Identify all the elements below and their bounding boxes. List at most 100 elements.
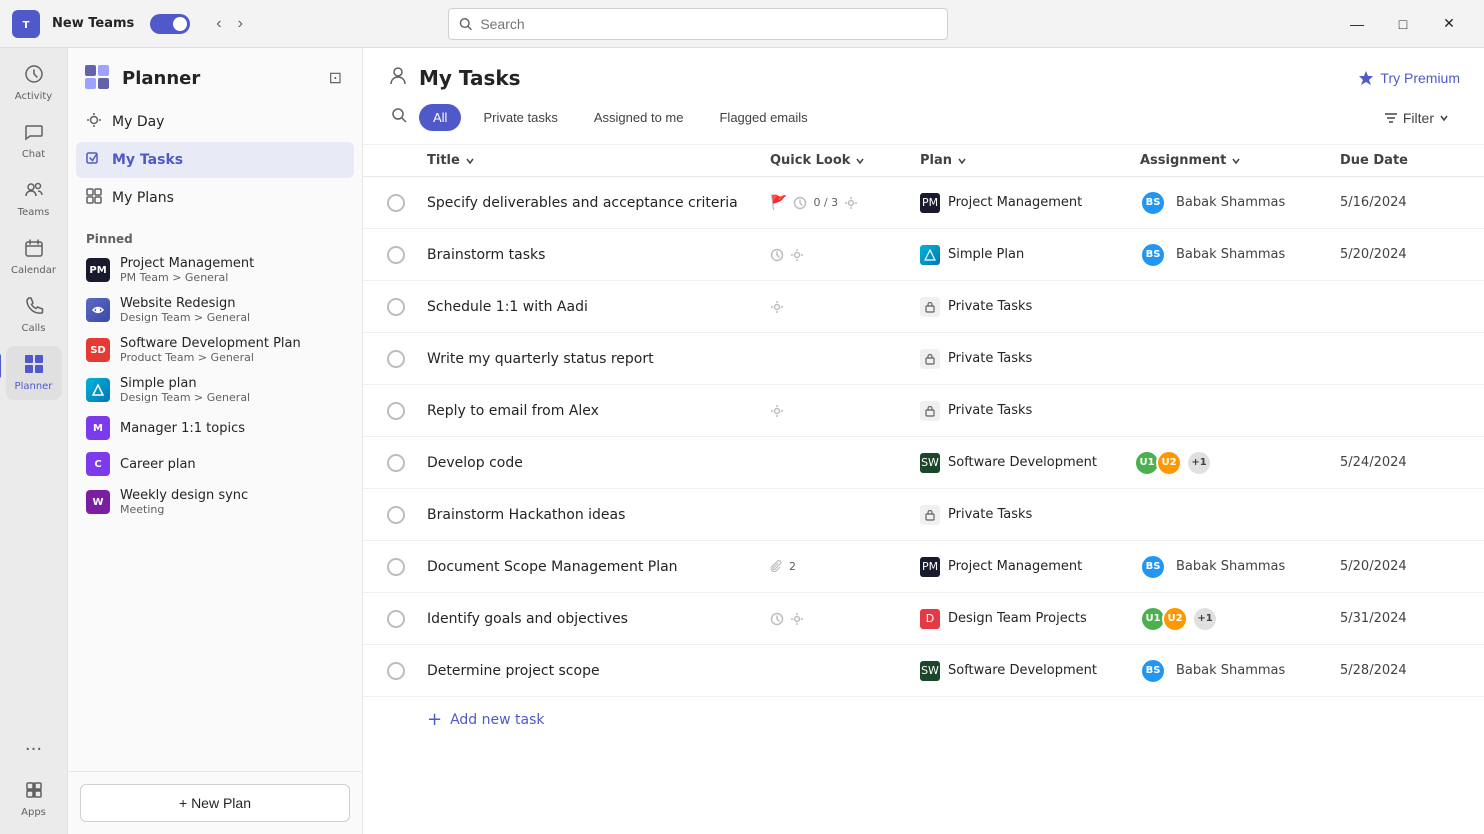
task-duedate-6: 5/24/2024 [1340, 455, 1460, 470]
task-checkbox-3[interactable] [387, 298, 427, 316]
pinned-item-cp[interactable]: C Career plan [76, 446, 354, 482]
task-title-4[interactable]: Write my quarterly status report [427, 347, 770, 371]
pm-plan-icon: PM [86, 258, 110, 282]
task-title-5[interactable]: Reply to email from Alex [427, 399, 770, 423]
forward-button[interactable]: › [232, 11, 249, 37]
task-title-9[interactable]: Identify goals and objectives [427, 607, 770, 631]
task-plan-6[interactable]: SW Software Development [920, 453, 1140, 473]
tab-flagged[interactable]: Flagged emails [705, 104, 821, 131]
task-plan-9[interactable]: D Design Team Projects [920, 609, 1140, 629]
task-plan-1[interactable]: PM Project Management [920, 193, 1140, 213]
avatar-2-9: U2 [1162, 606, 1188, 632]
task-checkbox-6[interactable] [387, 454, 427, 472]
task-duedate-8: 5/20/2024 [1340, 559, 1460, 574]
main-layout: Activity Chat Teams Calendar Calls [0, 48, 1484, 834]
filter-search-button[interactable] [387, 103, 411, 132]
sidebar-expand-button[interactable]: ⊡ [325, 64, 346, 92]
page-title-row: My Tasks [387, 64, 521, 91]
search-bar[interactable] [448, 8, 948, 40]
wds-plan-sub: Meeting [120, 503, 248, 516]
task-title-2[interactable]: Brainstorm tasks [427, 243, 770, 267]
sw-plan-text: Software Development Plan Product Team >… [120, 336, 301, 364]
sidebar-item-myday[interactable]: My Day [76, 104, 354, 140]
settings-icon [844, 196, 858, 210]
sidebar-item-planner[interactable]: Planner [6, 346, 62, 400]
task-assignment-10: BS Babak Shammas [1140, 658, 1340, 684]
avatar-bs-8: BS [1140, 554, 1166, 580]
table-row: Document Scope Management Plan 2 PM Proj… [363, 541, 1484, 593]
window-controls: — □ ✕ [1334, 8, 1472, 40]
flag-icon: 🚩 [770, 195, 787, 211]
sidebar-item-calls[interactable]: Calls [6, 288, 62, 342]
sidebar-item-chat[interactable]: Chat [6, 114, 62, 168]
sidebar-item-mytasks[interactable]: My Tasks [76, 142, 354, 178]
maximize-button[interactable]: □ [1380, 8, 1426, 40]
add-task-row[interactable]: + Add new task [363, 697, 1484, 742]
task-quick-look-2 [770, 248, 920, 262]
task-title-7[interactable]: Brainstorm Hackathon ideas [427, 503, 770, 527]
task-plan-5[interactable]: Private Tasks [920, 401, 1140, 421]
col-checkbox-header [387, 153, 427, 168]
planner-icon [24, 354, 44, 379]
plan-icon-private-7 [920, 505, 940, 525]
tab-assigned[interactable]: Assigned to me [580, 104, 698, 131]
new-plan-button[interactable]: + New Plan [80, 784, 350, 822]
pinned-item-mg[interactable]: M Manager 1:1 topics [76, 410, 354, 446]
sidebar-item-apps[interactable]: Apps [6, 772, 62, 826]
task-title-1[interactable]: Specify deliverables and acceptance crit… [427, 191, 770, 215]
task-title-6[interactable]: Develop code [427, 451, 770, 475]
toggle-switch[interactable] [150, 14, 190, 34]
search-input[interactable] [480, 16, 937, 32]
task-checkbox-8[interactable] [387, 558, 427, 576]
tab-private[interactable]: Private tasks [469, 104, 571, 131]
pinned-item-pm[interactable]: PM Project Management PM Team > General [76, 250, 354, 290]
task-checkbox-5[interactable] [387, 402, 427, 420]
task-plan-8[interactable]: PM Project Management [920, 557, 1140, 577]
sp-plan-name: Simple plan [120, 376, 250, 391]
teams-icon [24, 180, 44, 205]
task-checkbox-1[interactable] [387, 194, 427, 212]
col-quicklook-header[interactable]: Quick Look [770, 153, 920, 168]
task-checkbox-10[interactable] [387, 662, 427, 680]
task-assignment-2: BS Babak Shammas [1140, 242, 1340, 268]
task-plan-10[interactable]: SW Software Development [920, 661, 1140, 681]
table-row: Schedule 1:1 with Aadi Private Tasks [363, 281, 1484, 333]
sidebar-item-more[interactable]: ··· [6, 731, 62, 768]
task-title-3[interactable]: Schedule 1:1 with Aadi [427, 295, 770, 319]
plan-icon-private-3 [920, 297, 940, 317]
task-checkbox-2[interactable] [387, 246, 427, 264]
sidebar-item-myplans[interactable]: My Plans [76, 180, 354, 216]
task-plan-4[interactable]: Private Tasks [920, 349, 1140, 369]
col-assignment-header[interactable]: Assignment [1140, 153, 1340, 168]
task-quick-look-1: 🚩 0 / 3 [770, 195, 920, 211]
sidebar-item-activity[interactable]: Activity [6, 56, 62, 110]
task-plan-3[interactable]: Private Tasks [920, 297, 1140, 317]
task-checkbox-4[interactable] [387, 350, 427, 368]
minimize-button[interactable]: — [1334, 8, 1380, 40]
pinned-item-sp[interactable]: Simple plan Design Team > General [76, 370, 354, 410]
close-button[interactable]: ✕ [1426, 8, 1472, 40]
filter-button[interactable]: Filter [1373, 104, 1460, 132]
cp-plan-text: Career plan [120, 457, 196, 472]
mg-plan-text: Manager 1:1 topics [120, 421, 245, 436]
col-title-header[interactable]: Title [427, 153, 770, 168]
avatar-more-9: +1 [1192, 606, 1218, 632]
task-checkbox-9[interactable] [387, 610, 427, 628]
sidebar-item-calendar[interactable]: Calendar [6, 230, 62, 284]
task-title-10[interactable]: Determine project scope [427, 659, 770, 683]
col-duedate-header[interactable]: Due Date [1340, 153, 1460, 168]
task-quick-look-3 [770, 300, 920, 314]
sidebar-item-teams[interactable]: Teams [6, 172, 62, 226]
pinned-item-sw[interactable]: SD Software Development Plan Product Tea… [76, 330, 354, 370]
tab-all[interactable]: All [419, 104, 461, 131]
try-premium-button[interactable]: Try Premium [1358, 70, 1460, 86]
task-plan-7[interactable]: Private Tasks [920, 505, 1140, 525]
back-button[interactable]: ‹ [210, 11, 227, 37]
pinned-item-wds[interactable]: W Weekly design sync Meeting [76, 482, 354, 522]
task-plan-2[interactable]: Simple Plan [920, 245, 1140, 265]
pinned-item-wr[interactable]: Website Redesign Design Team > General [76, 290, 354, 330]
task-title-8[interactable]: Document Scope Management Plan [427, 555, 770, 579]
col-plan-header[interactable]: Plan [920, 153, 1140, 168]
task-checkbox-7[interactable] [387, 506, 427, 524]
table-row: Develop code SW Software Development U1 … [363, 437, 1484, 489]
